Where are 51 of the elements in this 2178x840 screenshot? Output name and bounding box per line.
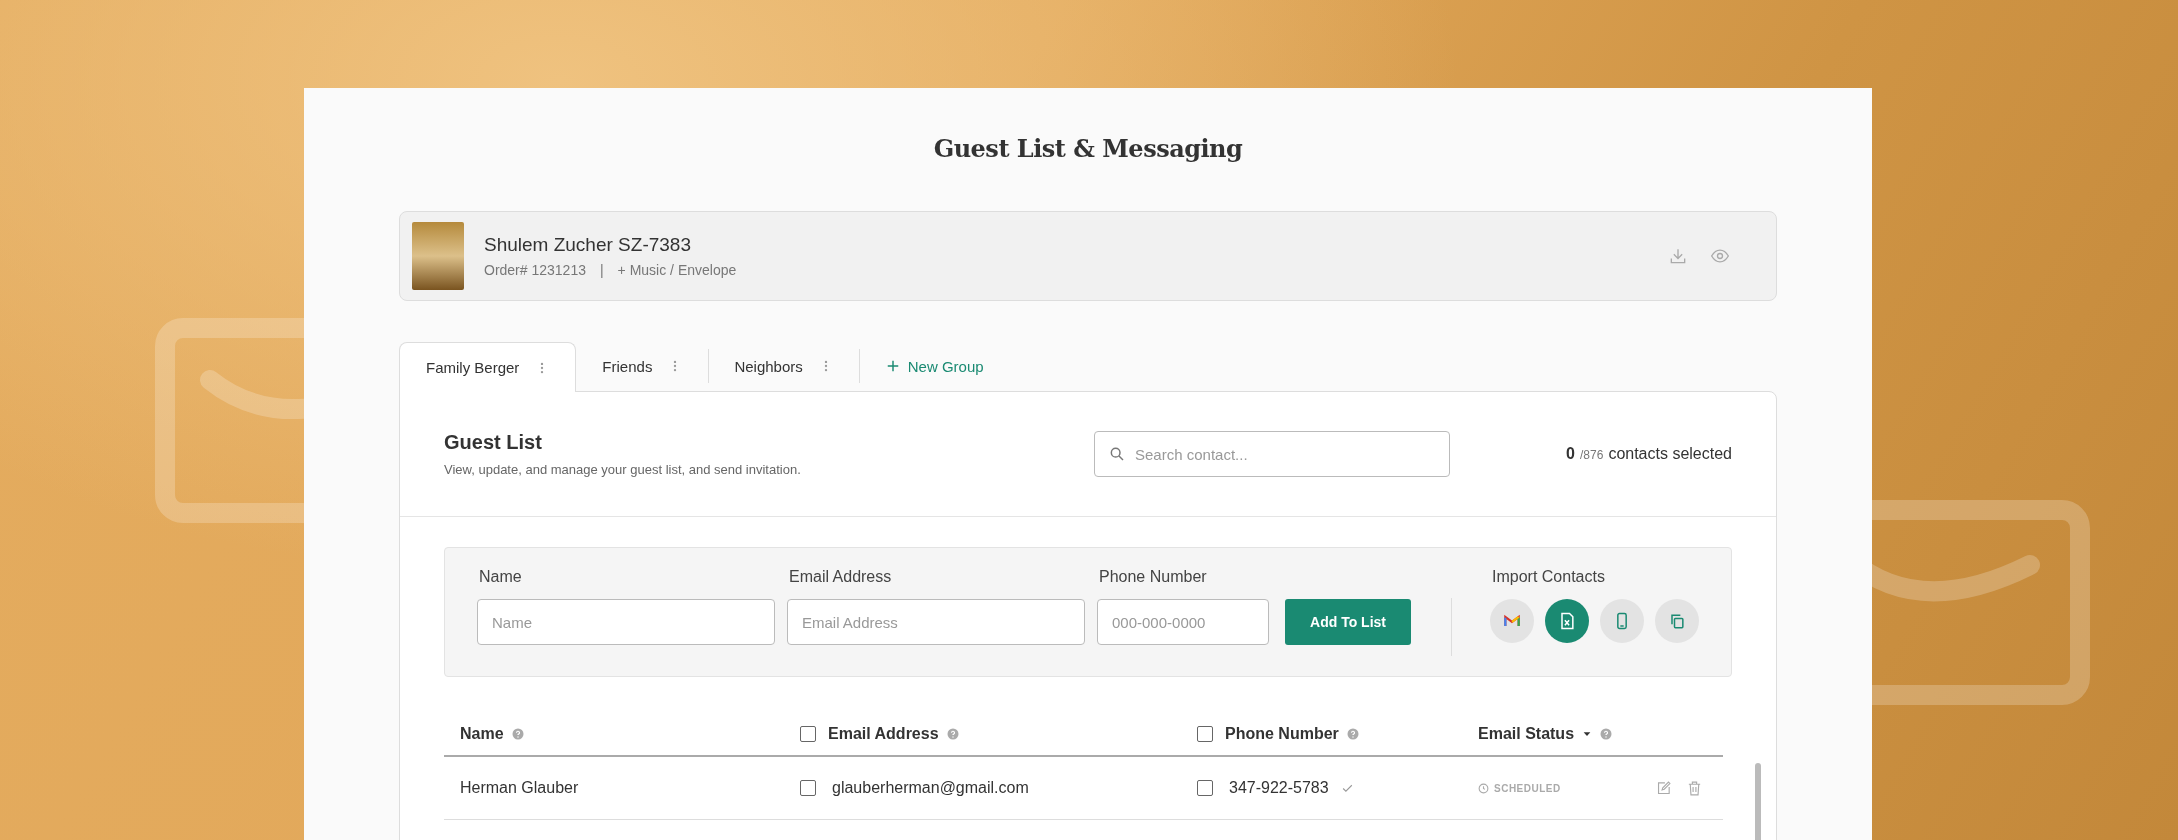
checkbox[interactable] (800, 726, 816, 742)
separator: | (599, 262, 604, 278)
checkbox[interactable] (1197, 726, 1213, 742)
order-number: Order# 1231213 (484, 262, 586, 278)
status-label: SCHEDULED (1494, 782, 1561, 794)
section-title: Guest List (444, 431, 543, 454)
search-icon (1109, 446, 1125, 462)
caret-icon (1582, 729, 1593, 739)
input-field[interactable]: Name (477, 599, 775, 645)
import-source-button[interactable] (1490, 599, 1534, 643)
input-field[interactable]: 000-000-0000 (1097, 599, 1269, 645)
group-tab[interactable]: Neighbors (708, 341, 859, 391)
import-label: Import Contacts (1492, 568, 1606, 587)
add-to-list-button[interactable]: Add To List (1285, 599, 1411, 645)
trash-icon[interactable] (1686, 779, 1703, 797)
column-header: Name (460, 725, 504, 743)
help-icon (1600, 728, 1613, 740)
checkbox[interactable] (1197, 780, 1213, 796)
field-label: Phone Number (1099, 568, 1208, 587)
edit-icon[interactable] (1655, 779, 1672, 797)
group-tab[interactable]: Friends (576, 341, 709, 391)
import-source-button[interactable] (1545, 599, 1589, 643)
help-icon (511, 728, 524, 740)
order-name: Shulem Zucher SZ-7383 (484, 234, 692, 256)
column-header: Email Address (828, 725, 939, 743)
order-addon: + Music / Envelope (617, 262, 737, 278)
table-cell: Herman Glauber (460, 779, 579, 797)
clock-icon (1478, 782, 1489, 794)
checkbox[interactable] (800, 780, 816, 796)
help-icon (946, 728, 959, 740)
total-count: /876 (1580, 448, 1604, 462)
photo-placeholder (412, 222, 464, 290)
import-source-button[interactable] (1655, 599, 1699, 643)
download-icon (1668, 246, 1688, 266)
input-field[interactable]: Email Address (787, 599, 1085, 645)
selected-label: contacts selected (1608, 445, 1732, 462)
section-description: View, update, and manage your guest list, and send invitation. (444, 462, 802, 477)
plus-icon (885, 359, 900, 373)
selected-count: 0 (1566, 445, 1575, 462)
column-header: Email Status (1478, 725, 1575, 743)
page-title: Guest List & Messaging (932, 133, 1244, 165)
table-cell: 347-922-5783 (1229, 779, 1329, 797)
field-label: Name (479, 568, 523, 587)
group-tab[interactable]: Family Berger (399, 342, 577, 392)
help-icon (1346, 728, 1359, 740)
new-group-link[interactable]: New Group (858, 349, 1010, 383)
column-header: Phone Number (1225, 725, 1339, 743)
search-field[interactable]: Search contact... (1094, 431, 1450, 477)
field-label: Email Address (789, 568, 893, 587)
import-source-button[interactable] (1600, 599, 1644, 643)
table-cell: glauberherman@gmail.com (832, 779, 1029, 797)
